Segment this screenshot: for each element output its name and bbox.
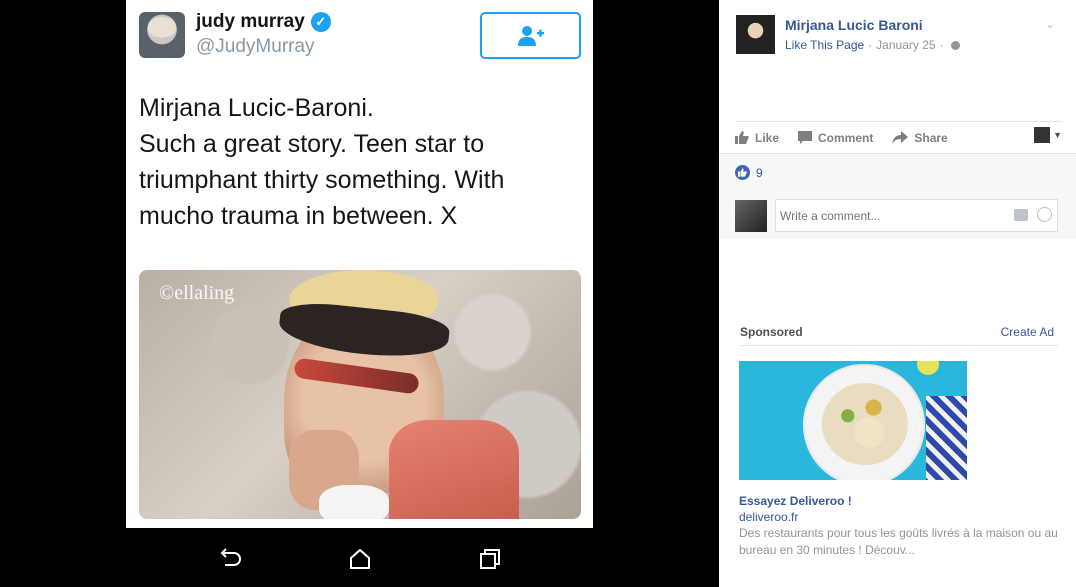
tweet-screenshot: judy murray ✓ @JudyMurray Mirjana Lucic-…	[126, 0, 593, 528]
camera-icon[interactable]	[1014, 209, 1028, 221]
caret-down-icon: ▼	[1053, 130, 1062, 140]
photo-watermark: ©ellaling	[159, 282, 235, 304]
screenshot-stage: judy murray ✓ @JudyMurray Mirjana Lucic-…	[0, 0, 1076, 587]
android-navigation-bar	[126, 528, 593, 587]
follow-button[interactable]	[480, 12, 581, 59]
page-name-link[interactable]: Mirjana Lucic Baroni	[785, 17, 923, 33]
post-meta: Like This Page · January 25 ·	[785, 38, 960, 52]
like-page-link[interactable]: Like This Page	[785, 38, 864, 52]
share-button[interactable]: Share	[892, 130, 948, 145]
meta-separator: ·	[868, 38, 873, 52]
actor-avatar	[1034, 127, 1051, 143]
comment-button[interactable]: Comment	[798, 131, 873, 145]
commenter-avatar	[735, 200, 767, 232]
facebook-post-panel: Mirjana Lucic Baroni Like This Page · Ja…	[719, 0, 1076, 587]
like-label: Like	[755, 130, 780, 145]
tweet-name-row: judy murray ✓	[196, 11, 331, 33]
media-viewer: judy murray ✓ @JudyMurray Mirjana Lucic-…	[0, 0, 719, 587]
reaction-summary[interactable]: 9	[735, 165, 763, 180]
tweet-author-handle: @JudyMurray	[196, 36, 315, 57]
feedback-area: 9	[719, 153, 1076, 239]
like-reaction-icon	[735, 165, 750, 180]
tweet-text-line: triumphant thirty something. With	[139, 166, 505, 194]
post-actions: Like Comment Share ▼	[735, 121, 1062, 153]
sponsored-label: Sponsored	[740, 325, 803, 339]
back-icon[interactable]	[217, 546, 243, 572]
chevron-down-icon[interactable]: ⌄	[1045, 17, 1055, 31]
meta-separator: ·	[939, 38, 944, 52]
tweet-text: Mirjana Lucic-Baroni. Such a great story…	[139, 90, 579, 234]
ad-image[interactable]	[739, 361, 967, 480]
create-ad-link[interactable]: Create Ad	[1001, 325, 1054, 339]
home-icon[interactable]	[347, 546, 373, 572]
page-avatar[interactable]	[736, 15, 775, 54]
verified-check-icon: ✓	[310, 12, 331, 32]
post-date[interactable]: January 25	[876, 38, 935, 52]
comment-label: Comment	[818, 130, 874, 145]
tweet-author-name: judy murray	[196, 11, 305, 32]
emoji-icon[interactable]	[1037, 207, 1052, 222]
public-globe-icon	[950, 40, 960, 50]
add-user-icon	[517, 25, 544, 46]
sponsored-header: Sponsored Create Ad	[740, 324, 1058, 346]
tweet-avatar	[139, 12, 185, 58]
share-label: Share	[914, 130, 948, 145]
ad-domain: deliveroo.fr	[739, 510, 799, 524]
comment-icon	[798, 131, 813, 144]
post-as-selector[interactable]: ▼	[1034, 127, 1062, 143]
ad-title-link[interactable]: Essayez Deliveroo !	[739, 494, 852, 508]
tweet-text-line: mucho trauma in between. X	[139, 202, 458, 230]
recents-icon[interactable]	[477, 546, 503, 572]
share-arrow-icon	[892, 131, 909, 144]
tweet-text-line: Mirjana Lucic-Baroni.	[139, 94, 374, 122]
ad-description: Des restaurants pour tous les goûts livr…	[739, 526, 1058, 557]
tweet-text-line: Such a great story. Teen star to	[139, 130, 485, 158]
like-count: 9	[756, 165, 763, 180]
like-button[interactable]: Like	[735, 131, 779, 145]
tweet-photo[interactable]: ©ellaling	[139, 270, 581, 519]
thumbs-up-icon	[735, 131, 749, 144]
